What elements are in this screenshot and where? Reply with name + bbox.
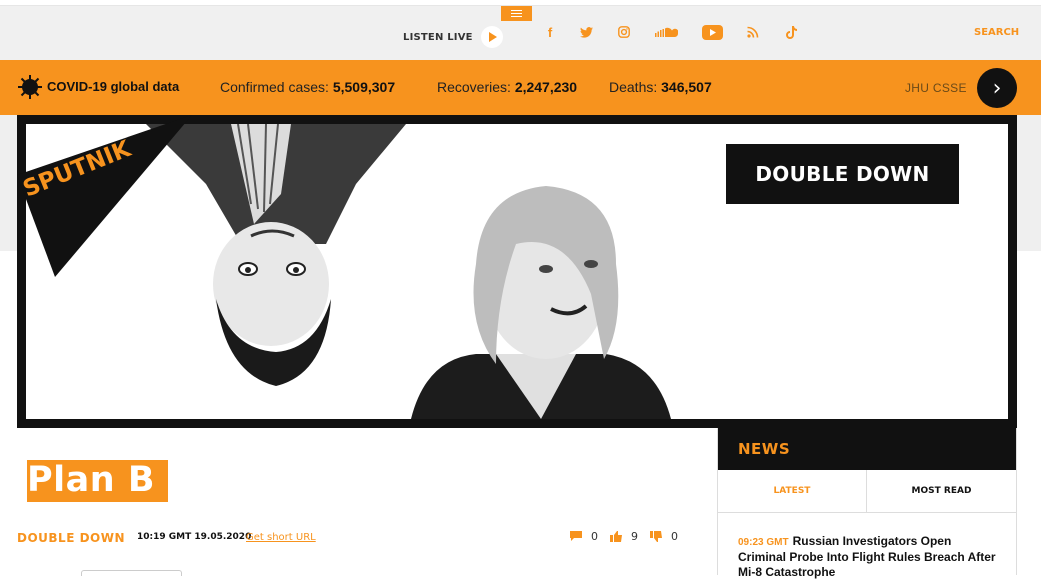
confirmed-value: 5,509,307 <box>332 79 396 95</box>
article-tool-button[interactable] <box>81 570 182 576</box>
dislikes-counter[interactable]: 0 <box>650 530 678 543</box>
news-item[interactable]: 09:23 GMT Russian Investigators Open Crim… <box>718 513 1016 580</box>
recoveries-value: 2,247,230 <box>514 79 578 95</box>
news-time: 09:23 GMT <box>738 537 789 548</box>
virus-icon <box>18 75 42 99</box>
covid-ticker: COVID-19 global data Confirmed cases: 5,… <box>0 60 1041 115</box>
comments-counter[interactable]: 0 <box>570 530 598 543</box>
show-badge: DOUBLE DOWN <box>726 144 959 204</box>
sputnik-logo[interactable]: SPUTNIK <box>17 115 197 280</box>
listen-live-label: LISTEN LIVE <box>403 31 473 43</box>
thumbs-down-icon <box>650 531 662 542</box>
instagram-icon[interactable] <box>617 22 631 42</box>
article-title: Plan B <box>27 460 169 502</box>
soundcloud-icon[interactable] <box>654 22 678 42</box>
article-counters: 0 9 0 <box>570 530 690 543</box>
site-header: LISTEN LIVE f SEARCH <box>0 6 1041 60</box>
rss-icon[interactable] <box>746 22 760 42</box>
recoveries: Recoveries: 2,247,230 <box>437 79 577 95</box>
confirmed-label: Confirmed cases: <box>220 79 329 95</box>
tab-latest[interactable]: LATEST <box>718 470 867 512</box>
recoveries-label: Recoveries: <box>437 79 511 95</box>
tiktok-icon[interactable] <box>784 22 798 42</box>
youtube-icon[interactable] <box>701 22 723 42</box>
listen-live-button[interactable]: LISTEN LIVE <box>403 26 503 48</box>
confirmed-cases: Confirmed cases: 5,509,307 <box>220 79 395 95</box>
news-tabs: LATEST MOST READ <box>718 470 1016 513</box>
news-sidebar: NEWS LATEST MOST READ 09:23 GMT Russian I… <box>717 428 1017 579</box>
news-heading: NEWS <box>718 428 1016 470</box>
covid-title: COVID-19 global data <box>47 79 180 94</box>
facebook-icon[interactable]: f <box>544 22 556 42</box>
deaths: Deaths: 346,507 <box>609 79 712 95</box>
deaths-value: 346,507 <box>661 79 712 95</box>
deaths-label: Deaths: <box>609 79 658 95</box>
comment-icon <box>570 531 582 541</box>
article-brand[interactable]: DOUBLE DOWN <box>17 531 125 545</box>
article-date: 10:19 GMT 19.05.2020 <box>137 532 252 542</box>
likes-counter[interactable]: 9 <box>610 530 638 543</box>
short-url-link[interactable]: Get short URL <box>246 532 316 543</box>
data-source: JHU CSSE <box>905 81 967 95</box>
dislikes-count: 0 <box>671 530 678 543</box>
search-link[interactable]: SEARCH <box>974 27 1019 38</box>
thumbs-up-icon <box>610 531 622 542</box>
likes-count: 9 <box>631 530 638 543</box>
chevron-right-icon[interactable]: › <box>977 68 1017 108</box>
tab-most-read[interactable]: MOST READ <box>867 470 1016 512</box>
twitter-icon[interactable] <box>578 22 594 42</box>
comments-count: 0 <box>591 530 598 543</box>
play-icon[interactable] <box>480 26 503 48</box>
hamburger-icon[interactable] <box>501 6 532 21</box>
